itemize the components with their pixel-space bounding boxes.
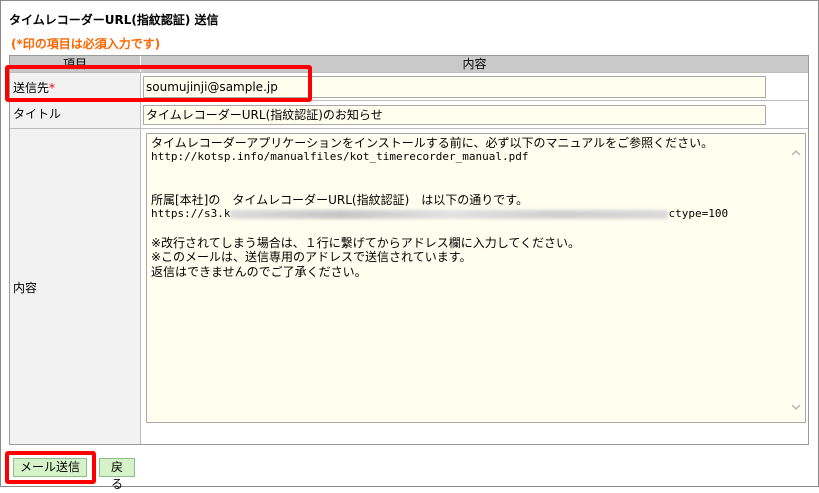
label-cell: タイトル	[10, 101, 141, 129]
title-label: タイトル	[13, 107, 62, 121]
body-line-blank	[151, 165, 801, 179]
form-table: 項目 内容 送信先* soumujinji@sample.jp タイトル タイム…	[9, 55, 809, 445]
page-title: タイムレコーダーURL(指紋認証) 送信	[9, 13, 219, 27]
required-note: (*印の項目は必須入力です)	[11, 37, 161, 51]
title-input[interactable]: タイムレコーダーURL(指紋認証)のお知らせ	[143, 105, 766, 125]
body-line: ※改行されてしまう場合は、１行に繋げてからアドレス欄に入力してください。	[151, 236, 580, 251]
manual-link-line: http://kotsp.info/manualfiles/kot_timere…	[151, 150, 529, 164]
body-line: タイムレコーダーアプリケーションをインストールする前に、必ず以下のマニュアルをご…	[151, 136, 714, 150]
url-line: https://s3.k ctype=100	[151, 207, 801, 221]
form-window: タイムレコーダーURL(指紋認証) 送信 (*印の項目は必須入力です) 項目 内…	[0, 0, 819, 491]
body-line-blank	[151, 179, 801, 193]
body-textarea[interactable]: タイムレコーダーアプリケーションをインストールする前に、必ず以下のマニュアルをご…	[146, 133, 806, 423]
column-header-item: 項目	[10, 56, 141, 72]
label-cell: 内容	[10, 129, 141, 444]
body-line: 所属[本社]の タイムレコーダーURL(指紋認証) は以下の通りです。	[151, 193, 529, 208]
url-suffix: ctype=100	[668, 207, 729, 221]
label-cell: 送信先*	[10, 73, 141, 100]
required-mark: *	[49, 81, 56, 95]
recipient-label: 送信先*	[13, 81, 56, 95]
back-button[interactable]: 戻る	[99, 458, 135, 491]
send-mail-button[interactable]: メール送信	[13, 458, 87, 477]
column-header-content: 内容	[141, 56, 808, 72]
body-line: 返信はできませんのでご了承ください。	[151, 264, 367, 279]
redacted-url-blur	[230, 209, 669, 219]
url-prefix: https://s3.k	[151, 207, 231, 221]
recipient-input[interactable]: soumujinji@sample.jp	[143, 76, 766, 98]
body-line-blank	[151, 222, 801, 236]
body-line: ※このメールは、送信専用のアドレスで送信されています。	[151, 250, 472, 265]
row-body: 内容 タイムレコーダーアプリケーションをインストールする前に、必ず以下のマニュア…	[10, 128, 808, 444]
chevron-up-icon[interactable]	[789, 148, 803, 162]
textarea-scrollbar[interactable]	[789, 136, 803, 420]
row-title: タイトル タイムレコーダーURL(指紋認証)のお知らせ	[10, 100, 808, 129]
body-label: 内容	[13, 281, 38, 295]
row-recipient: 送信先* soumujinji@sample.jp	[10, 72, 808, 100]
chevron-down-icon[interactable]	[789, 402, 803, 416]
